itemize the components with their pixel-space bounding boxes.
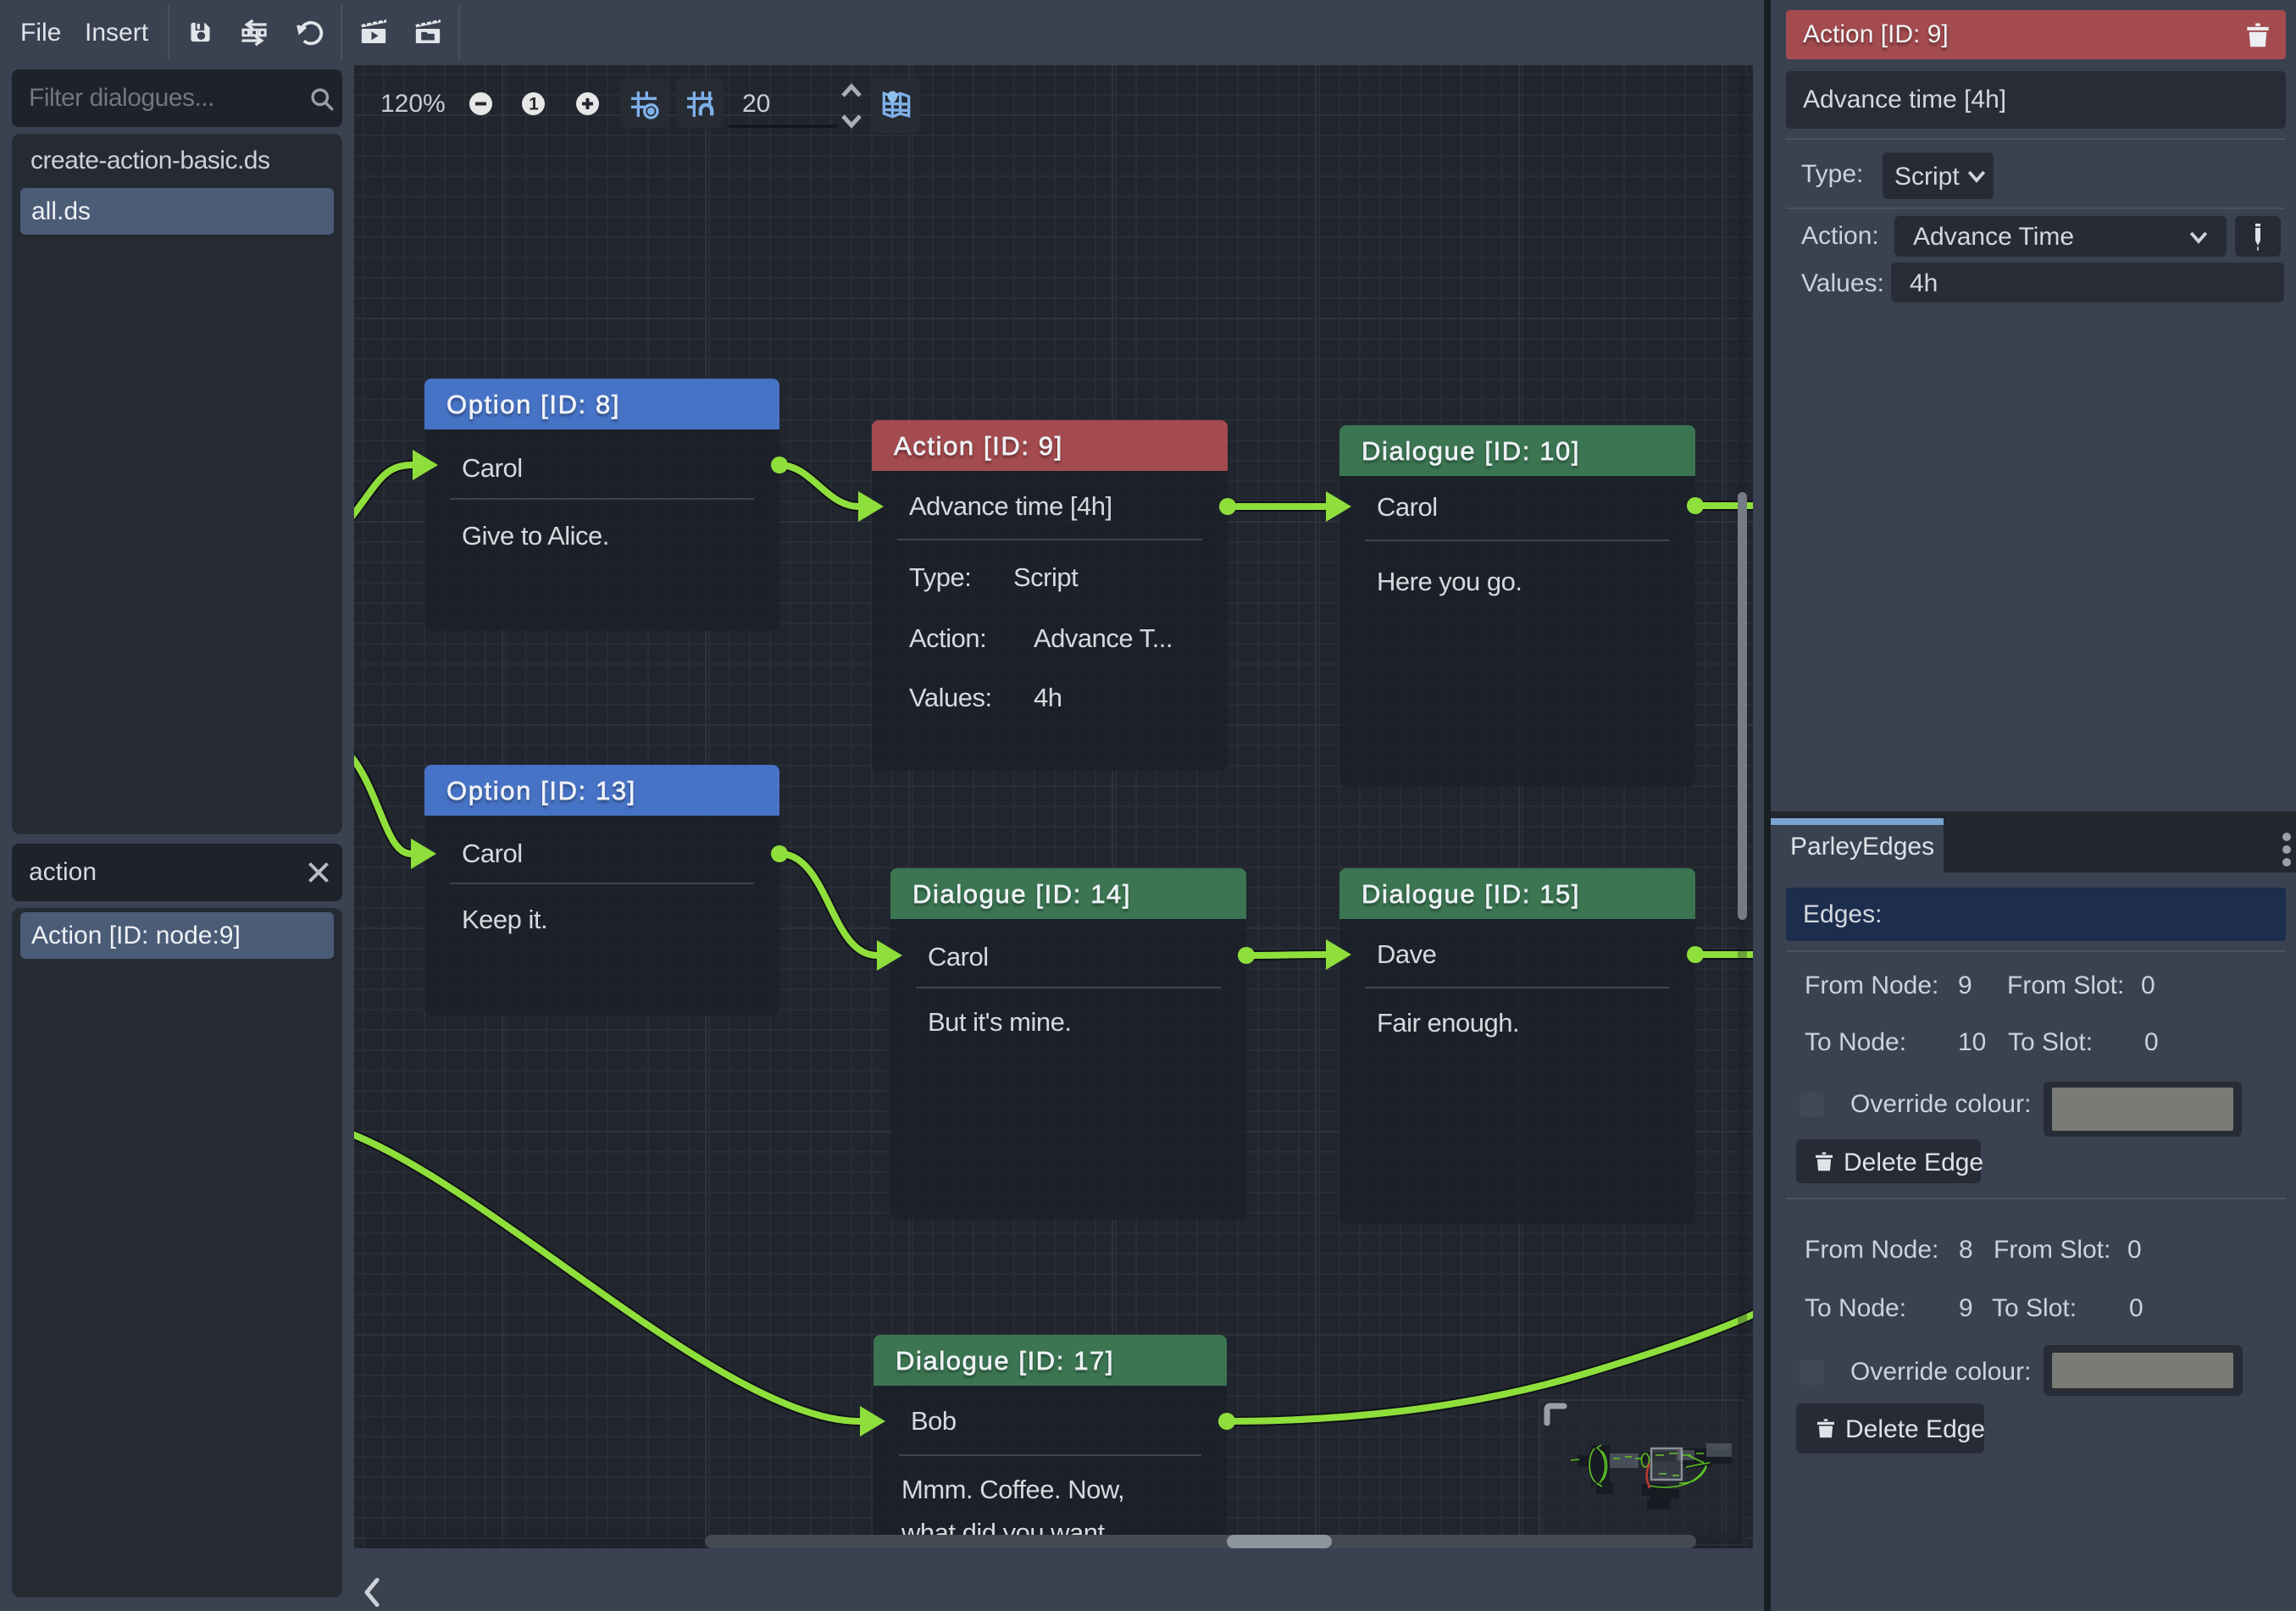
svg-text:1: 1 xyxy=(529,95,539,114)
